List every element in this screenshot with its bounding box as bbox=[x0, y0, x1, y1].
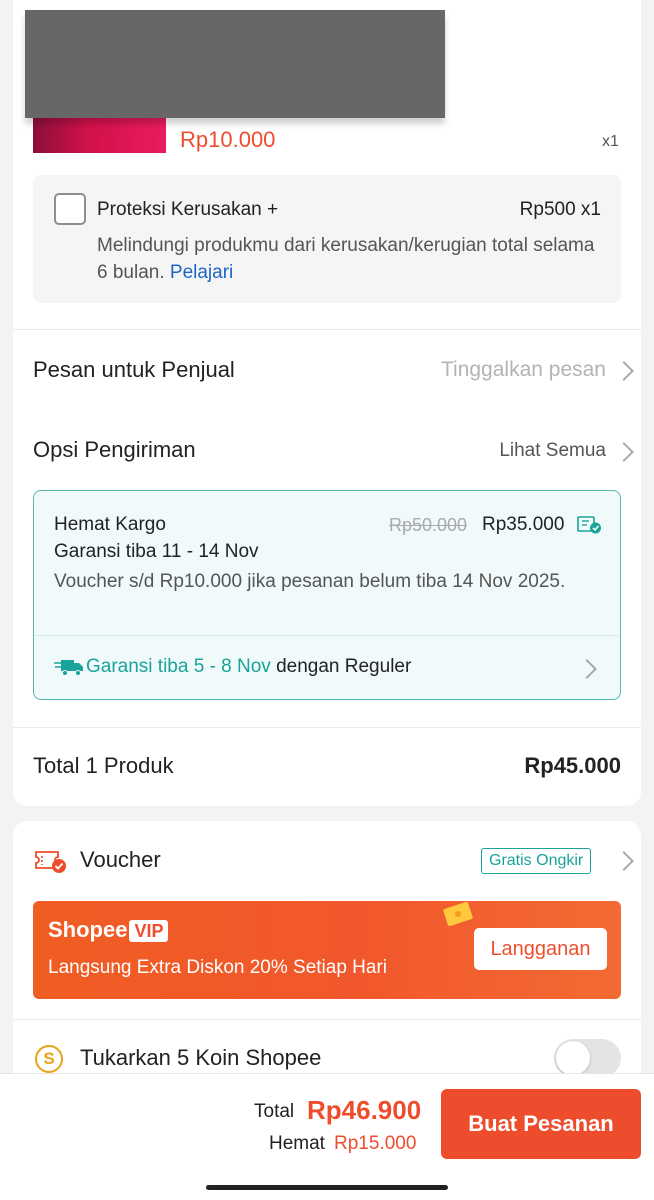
checkout-bar: Total Rp46.900 Hemat Rp15.000 Buat Pesan… bbox=[0, 1073, 654, 1200]
vip-banner-text: Langsung Extra Diskon 20% Setiap Hari bbox=[48, 957, 388, 978]
divider bbox=[13, 727, 641, 728]
coins-label: Tukarkan 5 Koin Shopee bbox=[80, 1045, 322, 1070]
chevron-right-icon bbox=[577, 659, 597, 679]
shipping-voucher-note: Voucher s/d Rp10.000 jika pesanan belum … bbox=[54, 571, 566, 592]
shipping-price: Rp35.000 bbox=[482, 514, 565, 535]
voucher-icon bbox=[35, 851, 66, 873]
protection-description: Melindungi produkmu dari kerusakan/kerug… bbox=[97, 232, 597, 286]
seller-message-input[interactable]: Tinggalkan pesan bbox=[441, 358, 606, 382]
seller-message-label: Pesan untuk Penjual bbox=[33, 357, 235, 382]
product-quantity: x1 bbox=[602, 133, 619, 150]
place-order-button[interactable]: Buat Pesanan bbox=[441, 1089, 641, 1159]
learn-more-link[interactable]: Pelajari bbox=[170, 262, 233, 283]
fast-truck-icon bbox=[54, 660, 83, 676]
shipping-options-label: Opsi Pengiriman bbox=[33, 437, 196, 462]
alternative-suffix: dengan Reguler bbox=[276, 656, 412, 677]
protection-price: Rp500 x1 bbox=[519, 199, 601, 220]
shopee-vip-logo: Shopee VIP bbox=[48, 917, 169, 943]
toggle-knob bbox=[556, 1041, 590, 1075]
alternative-shipping[interactable]: Garansi tiba 5 - 8 Nov dengan Reguler bbox=[86, 656, 411, 678]
alternative-eta: Garansi tiba 5 - 8 Nov bbox=[86, 656, 271, 677]
footer-total-label: Total bbox=[254, 1101, 295, 1122]
order-total-label: Total 1 Produk bbox=[33, 753, 174, 778]
order-total-value: Rp45.000 bbox=[524, 753, 621, 778]
protection-box: Proteksi Kerusakan + Rp500 x1 Melindungi… bbox=[33, 175, 621, 303]
vip-tag: VIP bbox=[129, 920, 169, 942]
shipping-eta: Garansi tiba 11 - 14 Nov bbox=[54, 541, 259, 562]
product-price: Rp10.000 bbox=[180, 127, 276, 152]
shipping-option-card[interactable]: Hemat Kargo Rp50.000 Rp35.000 Garansi ti… bbox=[33, 490, 621, 700]
footer-savings-value: Rp15.000 bbox=[334, 1133, 417, 1154]
voucher-label[interactable]: Voucher bbox=[80, 847, 161, 873]
vip-brand: Shopee bbox=[48, 917, 128, 942]
footer-savings-label: Hemat bbox=[269, 1133, 325, 1154]
coins-toggle[interactable] bbox=[554, 1039, 621, 1077]
redacted-area bbox=[25, 10, 445, 118]
shopee-coin-icon: S bbox=[35, 1045, 63, 1073]
divider bbox=[34, 635, 620, 636]
guarantee-voucher-icon bbox=[577, 516, 601, 534]
footer-total-value: Rp46.900 bbox=[307, 1095, 422, 1125]
home-indicator[interactable] bbox=[206, 1185, 448, 1190]
subscribe-button[interactable]: Langganan bbox=[474, 928, 607, 970]
see-all-link[interactable]: Lihat Semua bbox=[499, 440, 606, 462]
divider bbox=[13, 329, 641, 330]
free-shipping-badge: Gratis Ongkir bbox=[481, 848, 592, 874]
protection-checkbox[interactable] bbox=[54, 193, 86, 225]
protection-title: Proteksi Kerusakan + bbox=[97, 199, 279, 220]
shipping-old-price: Rp50.000 bbox=[389, 515, 468, 535]
divider bbox=[13, 1019, 641, 1020]
shopee-vip-banner[interactable]: Shopee VIP Langsung Extra Diskon 20% Seti… bbox=[33, 901, 621, 999]
shipping-option-name: Hemat Kargo bbox=[54, 514, 166, 535]
